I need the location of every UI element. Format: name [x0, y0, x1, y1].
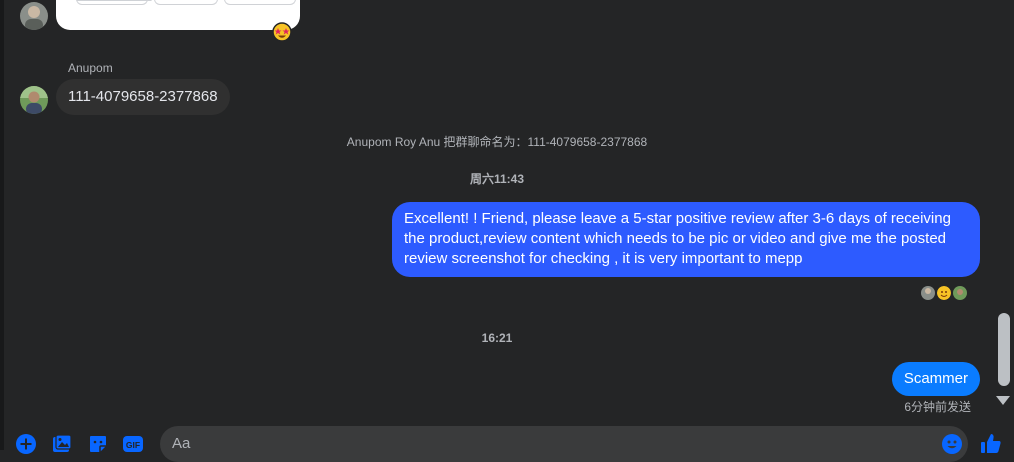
shared-product-card[interactable] [56, 0, 300, 30]
message-composer: GIF [0, 420, 1014, 462]
add-icon[interactable] [16, 434, 36, 454]
gif-icon[interactable]: GIF [123, 434, 143, 454]
scroll-down-arrow-icon[interactable] [996, 396, 1010, 405]
card-chip [154, 0, 218, 5]
card-chip [76, 0, 148, 5]
outgoing-message-bubble[interactable]: Excellent! ! Friend, please leave a 5-st… [392, 202, 980, 277]
timestamp: 16:21 [481, 331, 513, 345]
image-icon[interactable] [52, 434, 72, 454]
avatar[interactable] [20, 86, 48, 114]
system-notice: Anupom Roy Anu 把群聊命名为：111-4079658-237786… [346, 135, 648, 149]
outgoing-message-bubble[interactable]: Scammer [891, 362, 980, 396]
sticker-icon[interactable] [88, 434, 108, 454]
sent-status: 6分钟前发送 [904, 400, 971, 414]
message-input[interactable] [160, 426, 968, 462]
thumbs-up-icon[interactable] [980, 432, 1002, 454]
star-struck-emoji-icon[interactable] [272, 22, 292, 42]
emoji-icon[interactable] [942, 434, 962, 454]
window-edge [0, 0, 4, 450]
scrollbar-thumb[interactable] [998, 313, 1010, 386]
avatar[interactable] [20, 2, 48, 30]
timestamp: 周六11:43 [469, 172, 525, 186]
read-receipt-avatar [953, 286, 967, 300]
card-chip [224, 0, 296, 5]
gif-label: GIF [126, 440, 140, 450]
incoming-message-bubble[interactable]: 111-4079658-2377868 [56, 79, 230, 115]
read-receipt-avatar [921, 286, 935, 300]
read-receipt-avatar [937, 286, 951, 300]
scrollbar[interactable] [990, 0, 1014, 420]
sender-name: Anupom [68, 61, 113, 75]
